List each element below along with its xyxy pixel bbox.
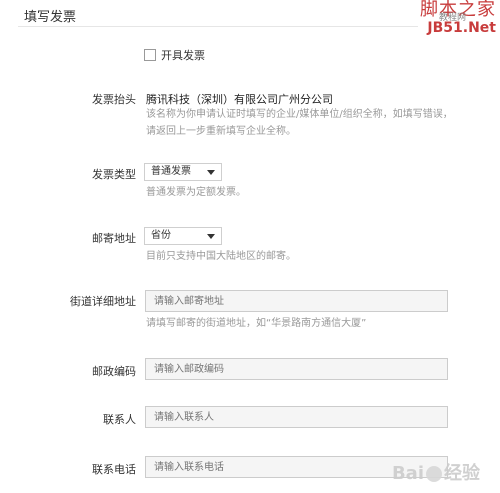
province-select[interactable]: 省份: [144, 227, 222, 245]
invoice-checkbox[interactable]: [144, 49, 156, 61]
street-address-hint: 请填写邮寄的街道地址，如“华景路南方通信大厦”: [146, 318, 367, 329]
baidu-watermark-text: Bai: [391, 463, 424, 484]
invoice-toggle-label: 开具发票: [161, 49, 205, 62]
invoice-title-hint: 该名称为你申请认证时填写的企业/媒体单位/组织全称，如填写错误， 请返回上一步重…: [146, 106, 456, 140]
mail-address-label: 邮寄地址: [92, 232, 136, 245]
baidu-watermark-tail: 经验: [444, 463, 480, 484]
watermark-subtitle: 教程网: [438, 13, 466, 23]
header-divider: [18, 26, 418, 27]
mail-address-hint: 目前只支持中国大陆地区的邮寄。: [146, 251, 296, 262]
invoice-type-select[interactable]: 普通发票: [144, 163, 222, 181]
page-title: 填写发票: [24, 10, 77, 25]
invoice-type-hint: 普通发票为定额发票。: [146, 187, 246, 198]
baidu-watermark: Bai 经验: [392, 459, 480, 485]
site-watermark: 脚本之家 教程网 JB51.Net: [412, 0, 496, 40]
street-address-input[interactable]: [145, 290, 448, 312]
baidu-paw-icon: [426, 466, 442, 482]
contact-input[interactable]: [145, 406, 448, 428]
invoice-title-value: 腾讯科技（深圳）有限公司广州分公司: [146, 93, 333, 106]
invoice-title-label: 发票抬头: [92, 93, 136, 106]
street-address-label: 街道详细地址: [70, 295, 136, 308]
chevron-down-icon: [207, 234, 215, 239]
province-selected: 省份: [151, 230, 171, 241]
invoice-toggle[interactable]: 开具发票: [144, 47, 205, 63]
invoice-title-hint-line1: 该名称为你申请认证时填写的企业/媒体单位/组织全称，如填写错误，: [146, 109, 453, 120]
contact-label: 联系人: [103, 413, 136, 426]
invoice-type-label: 发票类型: [92, 168, 136, 181]
chevron-down-icon: [207, 170, 215, 175]
invoice-type-selected: 普通发票: [151, 166, 191, 177]
postcode-label: 邮政编码: [92, 365, 136, 378]
postcode-input[interactable]: [145, 358, 448, 380]
invoice-title-hint-line2: 请返回上一步重新填写企业全称。: [146, 126, 296, 137]
phone-label: 联系电话: [92, 463, 136, 476]
